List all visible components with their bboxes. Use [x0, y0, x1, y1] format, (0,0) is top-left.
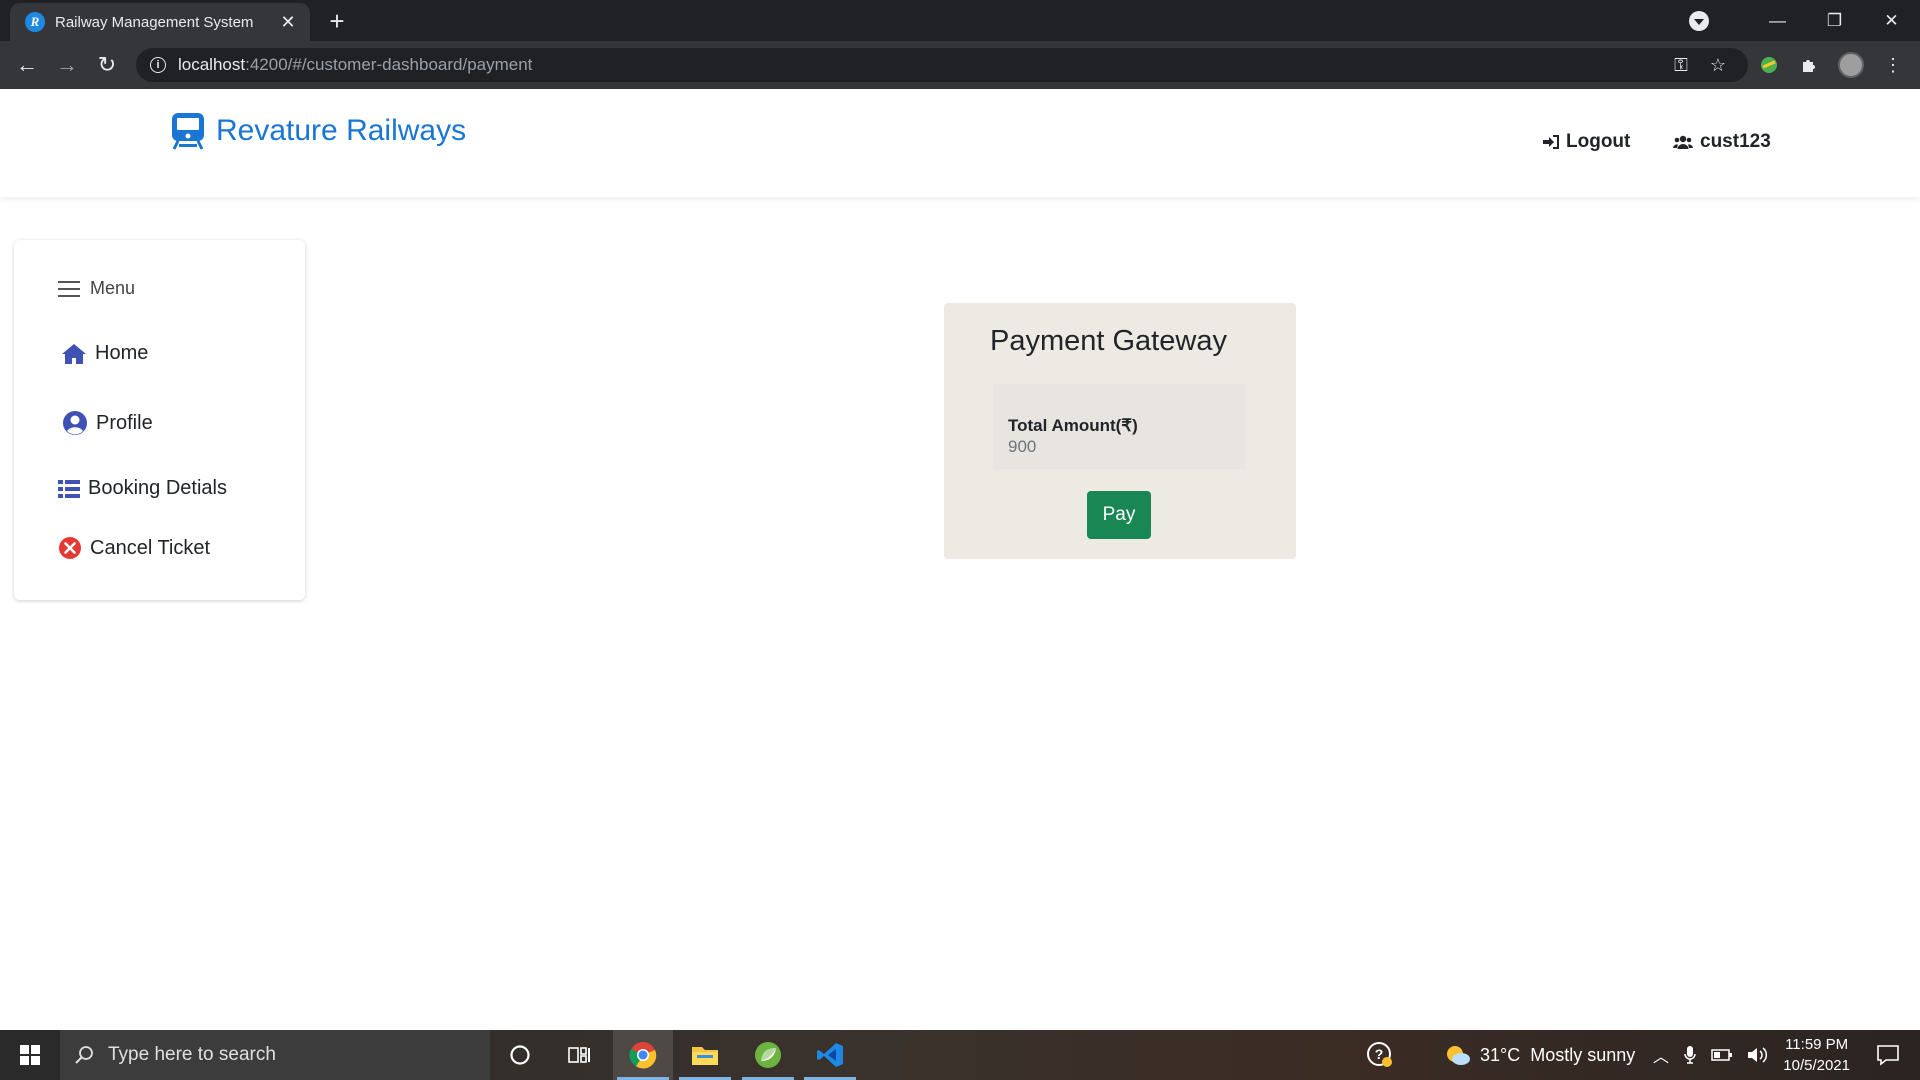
extension-icon[interactable] [1758, 54, 1780, 76]
pay-button[interactable]: Pay [1087, 491, 1151, 539]
cortana-button[interactable] [490, 1030, 550, 1080]
home-icon [62, 343, 86, 364]
puzzle-extensions-icon[interactable] [1798, 54, 1820, 76]
payment-card: Payment Gateway Total Amount(₹) 900 Pay [944, 303, 1296, 559]
minimize-button[interactable]: — [1749, 0, 1806, 41]
browser-toolbar: ← → ↻ i localhost:4200/#/customer-dashbo… [0, 41, 1920, 89]
sidebar-item-label: Profile [96, 411, 153, 434]
menu-label: Menu [90, 278, 136, 298]
user-circle-icon [63, 411, 87, 435]
notifications-button[interactable] [1876, 1043, 1900, 1072]
user-menu[interactable]: cust123 [1673, 131, 1771, 153]
sidebar-menu: Menu Home Profile Booking Detials Cancel… [14, 240, 305, 600]
url-text[interactable]: localhost:4200/#/customer-dashboard/paym… [178, 55, 532, 75]
sidebar-item-booking-details[interactable]: Booking Detials [58, 477, 227, 500]
taskbar-vscode[interactable] [800, 1030, 860, 1080]
search-placeholder: Type here to search [108, 1044, 276, 1065]
back-button[interactable]: ← [12, 50, 42, 80]
brand-name: Revature Railways [216, 114, 467, 147]
clock-date: 10/5/2021 [1783, 1057, 1850, 1074]
start-button[interactable] [0, 1030, 60, 1080]
cancel-circle-icon [59, 537, 81, 559]
weather-desc: Mostly sunny [1530, 1044, 1636, 1065]
chevron-up-icon[interactable]: ︿ [1653, 1043, 1669, 1067]
sun-cloud-icon [1447, 1046, 1470, 1065]
weather-temp: 31°C [1480, 1044, 1521, 1065]
payment-title: Payment Gateway [990, 325, 1227, 357]
sidebar-item-label: Home [95, 342, 149, 364]
taskbar-spring-tool[interactable] [738, 1030, 798, 1080]
list-icon [58, 479, 80, 498]
spring-leaf-icon [755, 1042, 781, 1068]
taskbar-search-box[interactable]: Type here to search [60, 1030, 490, 1080]
new-tab-button[interactable]: + [322, 6, 352, 36]
sidebar-item-label: Cancel Ticket [90, 536, 211, 559]
sidebar-item-label: Booking Detials [88, 477, 227, 499]
task-view-icon [568, 1047, 590, 1063]
taskbar-file-explorer[interactable] [675, 1030, 735, 1080]
forward-button[interactable]: → [52, 50, 82, 80]
hamburger-icon [58, 280, 80, 297]
username: cust123 [1700, 131, 1771, 152]
task-view-button[interactable] [550, 1030, 610, 1080]
logout-link[interactable]: Logout [1543, 131, 1630, 153]
vscode-icon [817, 1043, 843, 1067]
amount-label: Total Amount(₹) [1008, 416, 1138, 435]
svg-text:?: ? [1375, 1046, 1384, 1062]
system-tray: ︿ [1653, 1030, 1769, 1080]
restore-button[interactable]: ❐ [1806, 0, 1863, 41]
search-icon [75, 1046, 93, 1064]
clock-time: 11:59 PM [1785, 1036, 1849, 1053]
sidebar-item-home[interactable]: Home [61, 342, 148, 365]
profile-avatar-icon[interactable] [1838, 52, 1864, 78]
star-bookmark-icon[interactable]: ☆ [1710, 55, 1726, 76]
address-bar[interactable]: i localhost:4200/#/customer-dashboard/pa… [136, 48, 1748, 82]
help-icon: ? [1367, 1042, 1392, 1067]
chrome-icon [629, 1042, 657, 1069]
menu-toggle[interactable]: Menu [58, 278, 135, 299]
close-window-button[interactable]: ✕ [1863, 0, 1920, 41]
site-info-icon[interactable]: i [150, 57, 166, 73]
app-header: Revature Railways Logout cust123 [0, 89, 1920, 197]
browser-tab-bar: R Railway Management System ✕ + — ❐ ✕ [0, 0, 1920, 41]
amount-box: Total Amount(₹) 900 [993, 384, 1245, 469]
help-tray[interactable]: ? [1366, 1030, 1394, 1080]
train-icon [172, 113, 204, 150]
tab-title: Railway Management System [55, 13, 254, 31]
brand-link[interactable]: Revature Railways [170, 111, 466, 151]
more-menu-icon[interactable]: ⋮ [1882, 54, 1904, 76]
notification-icon [1877, 1045, 1899, 1066]
tab-close-icon[interactable]: ✕ [274, 8, 302, 36]
tab-favicon-icon: R [25, 12, 45, 32]
browser-tab[interactable]: R Railway Management System ✕ [10, 3, 310, 41]
microphone-icon[interactable] [1683, 1045, 1697, 1065]
speaker-icon[interactable] [1747, 1046, 1769, 1064]
key-icon[interactable]: ⚿ [1674, 55, 1688, 76]
folder-icon [692, 1047, 718, 1065]
sidebar-item-cancel-ticket[interactable]: Cancel Ticket [58, 536, 210, 560]
cortana-icon [510, 1045, 530, 1065]
windows-taskbar: Type here to search ? 31°C Mostly sunny … [0, 1030, 1920, 1080]
reload-button[interactable]: ↻ [92, 50, 122, 80]
clock[interactable]: 11:59 PM 10/5/2021 [1783, 1034, 1850, 1076]
windows-logo-icon [20, 1045, 40, 1065]
sidebar-item-profile[interactable]: Profile [62, 410, 153, 436]
battery-icon[interactable] [1711, 1048, 1733, 1062]
amount-value: 900 [1008, 437, 1037, 456]
tab-search-icon[interactable] [1689, 10, 1709, 31]
logout-label: Logout [1566, 131, 1631, 152]
taskbar-chrome[interactable] [613, 1030, 673, 1080]
users-icon [1673, 135, 1693, 149]
weather-widget[interactable]: 31°C Mostly sunny [1444, 1030, 1635, 1080]
sign-out-icon [1543, 135, 1559, 149]
